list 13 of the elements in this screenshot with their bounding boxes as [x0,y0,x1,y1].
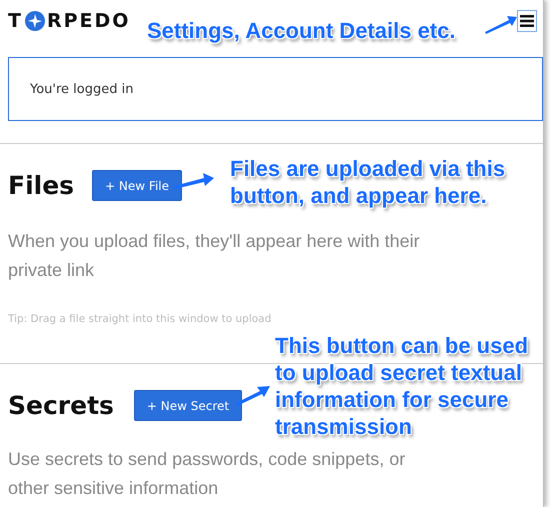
tip-text: Tip: Drag a file straight into this window to upload [8,313,272,325]
login-notice: You're logged in [30,82,134,96]
new-item-button[interactable]: + New Secret [134,390,242,421]
annotation-text: Settings, Account Details etc. [147,17,456,44]
annotation-text: This button can be used to upload secret textual information for secure transmission [275,332,530,440]
logo-text: RPEDO [46,10,130,32]
section-heading: Files [8,171,74,200]
new-item-button[interactable]: + New File [92,170,182,201]
annotation-text: Files are uploaded via this button, and appear here. [230,155,506,209]
logo-text: T [8,10,23,32]
section-description: Use secrets to send passwords, code snippets, or other sensitive information [8,448,406,500]
section-heading: Secrets [8,391,114,420]
section-description: When you upload files, they'll appear here with their private link [8,230,421,282]
